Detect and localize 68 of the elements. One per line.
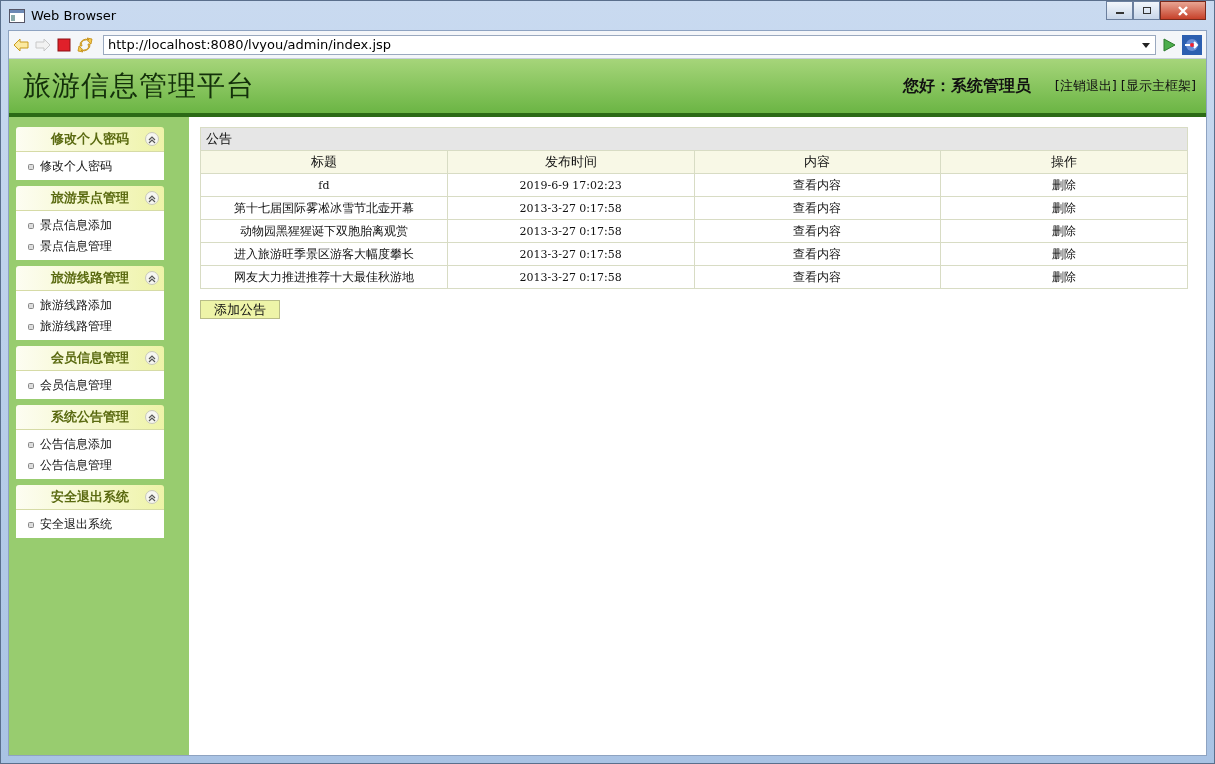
- title-cell: 第十七届国际雾凇冰雪节北壶开幕: [200, 196, 448, 220]
- bullet-icon: [28, 462, 34, 469]
- date-cell: 2013-3-27 0:17:58: [447, 265, 694, 289]
- maximize-button[interactable]: [1133, 1, 1160, 20]
- date-cell: 2013-3-27 0:17:58: [447, 219, 694, 243]
- collapse-chevron-icon[interactable]: [145, 410, 159, 424]
- greeting-text: 您好：系统管理员: [902, 75, 1031, 97]
- collapse-chevron-icon[interactable]: [145, 271, 159, 285]
- collapse-chevron-icon[interactable]: [145, 191, 159, 205]
- window-title: Web Browser: [31, 8, 117, 23]
- minimize-button[interactable]: [1106, 1, 1133, 20]
- menu-group-header[interactable]: 安全退出系统: [16, 485, 164, 510]
- delete-link[interactable]: 删除: [1052, 177, 1077, 192]
- menu-item[interactable]: 景点信息管理: [40, 238, 112, 255]
- view-content-link[interactable]: 查看内容: [793, 223, 842, 238]
- bullet-icon: [28, 441, 34, 448]
- menu-item[interactable]: 景点信息添加: [40, 217, 112, 234]
- menu-group-header[interactable]: 会员信息管理: [16, 346, 164, 371]
- title-cell: 动物园黑猩猩诞下双胞胎离观赏: [200, 219, 448, 243]
- column-header: 内容: [694, 150, 941, 174]
- menu-item[interactable]: 旅游线路管理: [40, 318, 112, 335]
- add-notice-button[interactable]: 添加公告: [200, 300, 280, 319]
- view-content-link[interactable]: 查看内容: [793, 246, 842, 261]
- browser-window-icon: [9, 8, 25, 23]
- collapse-chevron-icon[interactable]: [145, 490, 159, 504]
- title-cell: fd: [200, 173, 448, 197]
- header-link[interactable]: [注销退出]: [1054, 77, 1117, 95]
- column-header: 标题: [200, 150, 448, 174]
- menu-group-header[interactable]: 旅游线路管理: [16, 266, 164, 291]
- bullet-icon: [28, 163, 34, 170]
- bullet-icon: [28, 243, 34, 250]
- close-icon: [1177, 5, 1189, 16]
- menu-item[interactable]: 旅游线路添加: [40, 297, 112, 314]
- column-header: 操作: [940, 150, 1188, 174]
- bullet-icon: [28, 302, 34, 309]
- delete-link[interactable]: 删除: [1052, 246, 1077, 261]
- menu-group-header[interactable]: 旅游景点管理: [16, 186, 164, 211]
- bullet-icon: [28, 521, 34, 528]
- date-cell: 2019-6-9 17:02:23: [447, 173, 694, 197]
- site-title: 旅游信息管理平台: [23, 68, 255, 104]
- bullet-icon: [28, 222, 34, 229]
- bullet-icon: [28, 382, 34, 389]
- menu-item[interactable]: 公告信息添加: [40, 436, 112, 453]
- date-cell: 2013-3-27 0:17:58: [447, 242, 694, 266]
- bullet-icon: [28, 323, 34, 330]
- close-button[interactable]: [1160, 1, 1206, 20]
- maximize-icon: [1141, 6, 1152, 15]
- delete-link[interactable]: 删除: [1052, 269, 1077, 284]
- header-link[interactable]: [显示主框架]: [1120, 77, 1196, 95]
- collapse-chevron-icon[interactable]: [145, 132, 159, 146]
- delete-link[interactable]: 删除: [1052, 200, 1077, 215]
- address-field[interactable]: http://localhost:8080/lvyou/admin/index.jsp: [103, 34, 1156, 55]
- menu-group-header[interactable]: 系统公告管理: [16, 405, 164, 430]
- menu-item[interactable]: 公告信息管理: [40, 457, 112, 474]
- title-cell: 网友大力推进推荐十大最佳秋游地: [200, 265, 448, 289]
- go-arrow-icon[interactable]: [1162, 37, 1176, 52]
- panel-title: 公告: [200, 127, 1188, 151]
- column-header: 发布时间: [447, 150, 694, 174]
- dropdown-caret-icon[interactable]: [1142, 42, 1150, 48]
- view-content-link[interactable]: 查看内容: [793, 200, 842, 215]
- menu-group-header[interactable]: 修改个人密码: [16, 127, 164, 152]
- view-content-link[interactable]: 查看内容: [793, 269, 842, 284]
- view-content-link[interactable]: 查看内容: [793, 177, 842, 192]
- collapse-chevron-icon[interactable]: [145, 351, 159, 365]
- stop-icon[interactable]: [57, 37, 71, 52]
- title-cell: 进入旅游旺季景区游客大幅度攀长: [200, 242, 448, 266]
- delete-link[interactable]: 删除: [1052, 223, 1077, 238]
- date-cell: 2013-3-27 0:17:58: [447, 196, 694, 220]
